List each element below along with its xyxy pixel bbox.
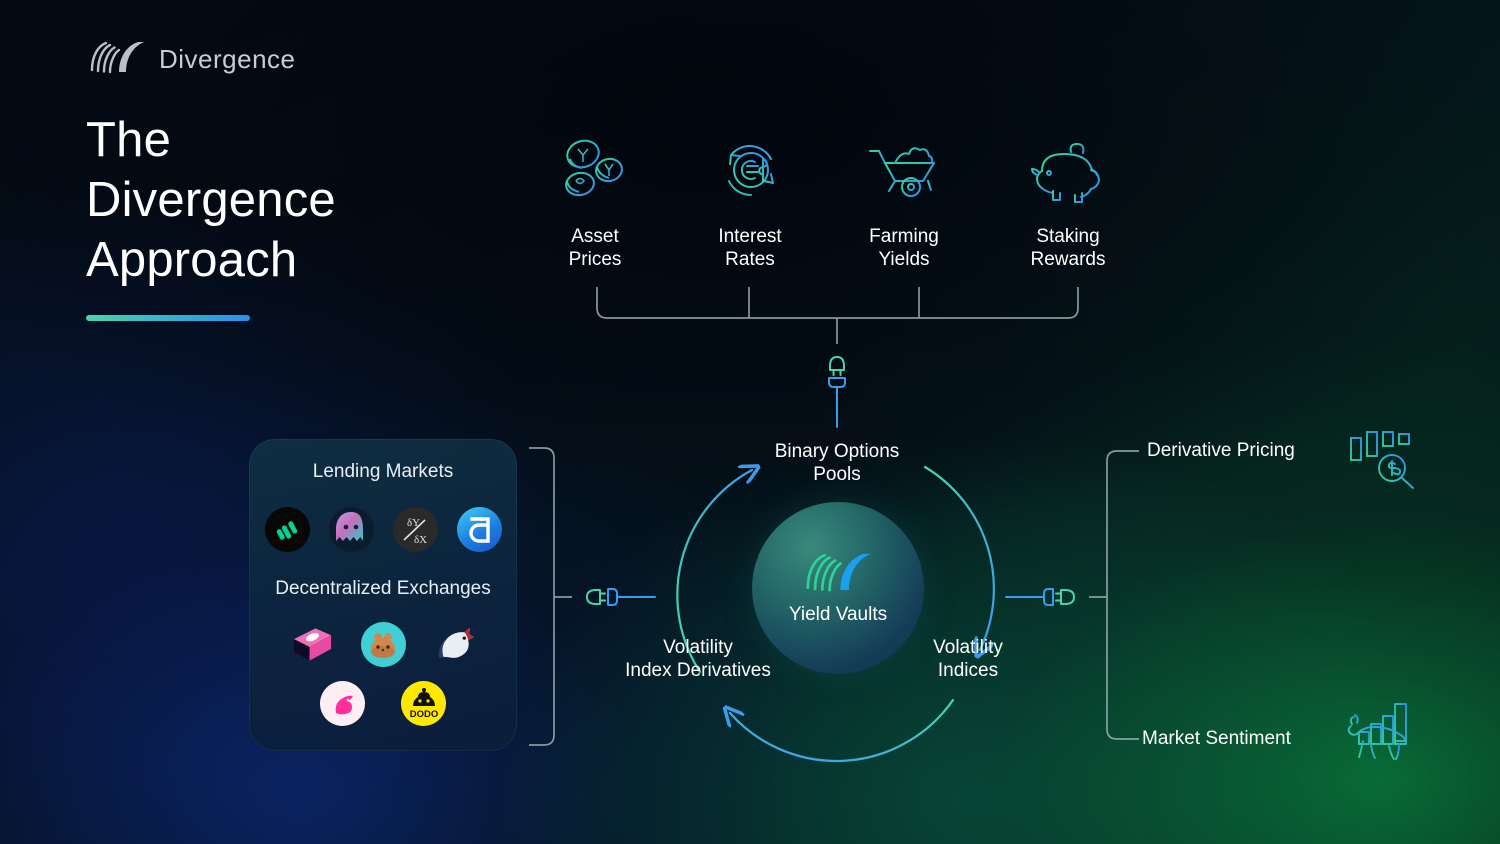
wheelbarrow-icon [829,133,979,211]
pancakeswap-logo[interactable] [360,622,406,667]
dforce-logo[interactable] [456,507,502,552]
candlestick-magnifier-icon [1345,420,1425,497]
lending-markets-title: Lending Markets [312,461,454,482]
svg-text:DODO: DODO [409,709,438,720]
aave-logo[interactable] [328,507,374,552]
dex-logo-row-1 [249,622,517,667]
svg-text:δX: δX [414,534,427,546]
source-label: Staking Rewards [1030,226,1106,270]
page-title-line2: Divergence [86,173,336,227]
page-title: The Divergence Approach [86,110,336,290]
uniswap-logo[interactable] [320,681,365,726]
protocols-card: Lending Markets δY δX Decentralized Exch… [249,439,517,751]
source-farming-yields[interactable]: Farming Yields [829,133,979,271]
page-title-line1: The [86,113,172,167]
source-asset-prices[interactable]: Asset Prices [520,133,670,271]
brand-logo: Divergence [88,40,296,79]
currency-exchange-icon [675,133,825,211]
divergence-logo-mark-icon [88,40,146,79]
piggy-bank-icon [993,133,1143,211]
dex-logo-row-2: DODO [249,681,517,726]
cycle-label-volatility-indices[interactable]: Volatility Indices [898,636,1038,682]
lending-logo-row: δY δX [249,507,517,552]
compound-logo[interactable] [264,507,310,552]
source-label: Asset Prices [568,226,622,270]
curve-logo[interactable]: δY δX [392,507,438,552]
cycle-label-volatility-index-derivatives[interactable]: Volatility Index Derivatives [592,636,804,682]
title-accent-bar [86,315,250,321]
source-staking-rewards[interactable]: Staking Rewards [993,133,1143,271]
1inch-logo[interactable] [432,622,477,667]
brand-name: Divergence [159,44,296,74]
cycle-label-binary-options-pools[interactable]: Binary Options Pools [737,440,937,486]
output-label-market-sentiment[interactable]: Market Sentiment [1142,728,1291,750]
divergence-logo-mark-icon [803,551,873,598]
sushiswap-logo[interactable] [290,622,335,667]
source-label: Farming Yields [869,226,939,270]
coins-icon [520,133,670,211]
output-label-derivative-pricing[interactable]: Derivative Pricing [1147,440,1295,462]
dodo-logo[interactable]: DODO [401,681,446,726]
slide-canvas: Divergence The Divergence Approach Asset… [0,0,1500,844]
hub-label: Yield Vaults [788,603,888,625]
bull-bar-chart-icon [1345,698,1423,775]
source-interest-rates[interactable]: Interest Rates [675,133,825,271]
dex-title: Decentralized Exchanges [275,578,491,599]
page-title-line3: Approach [86,233,298,287]
source-label: Interest Rates [718,226,782,270]
